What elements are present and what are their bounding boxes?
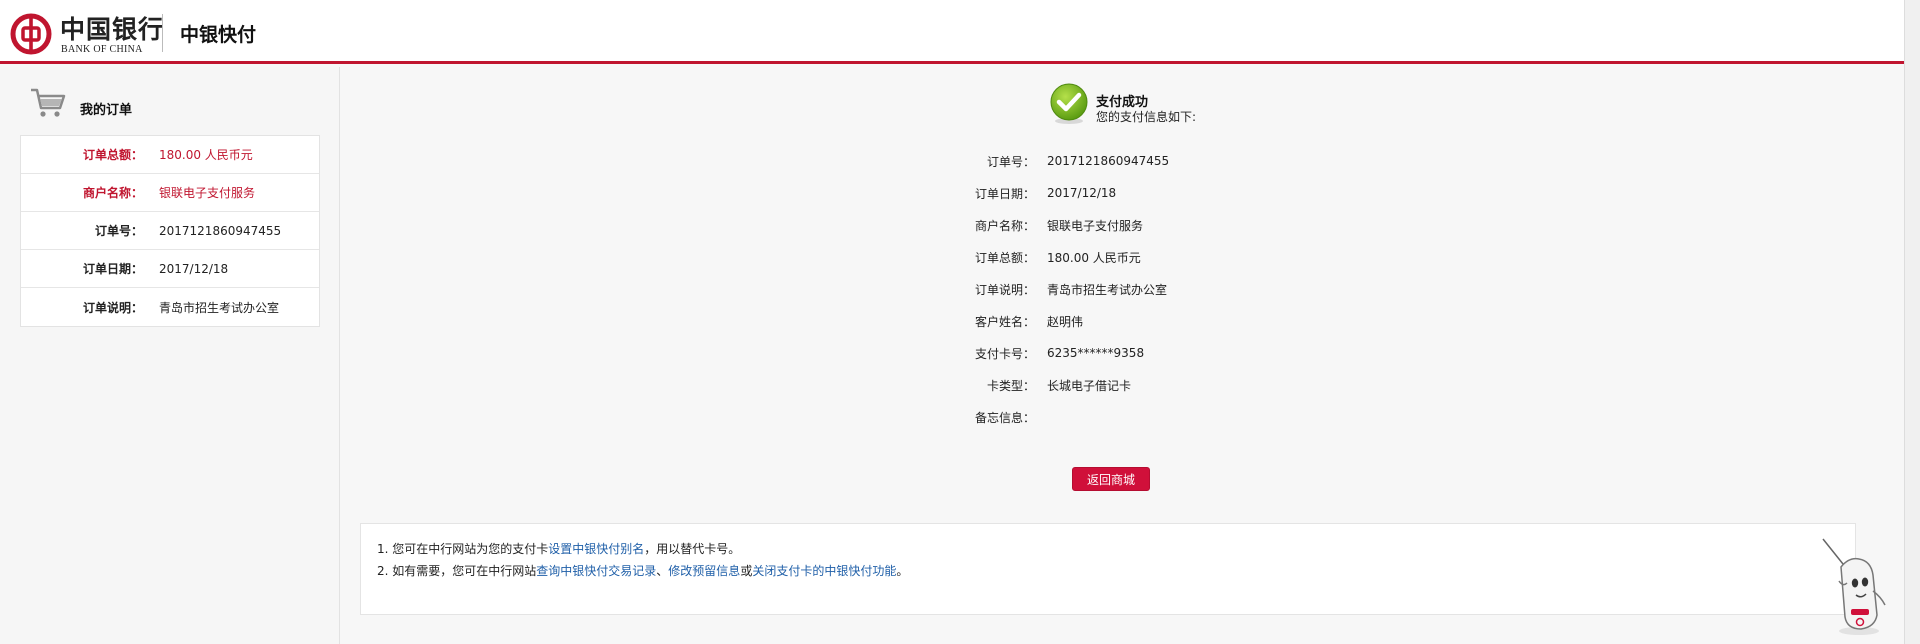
info-label: 客户姓名：: [974, 314, 1035, 329]
info-row: 订单号： 2017121860947455: [941, 145, 1169, 177]
return-to-store-button[interactable]: 返回商城: [1072, 467, 1150, 491]
mascot-icon: [1822, 538, 1886, 635]
info-label: 备忘信息：: [974, 410, 1035, 425]
logo-english-name: BANK OF CHINA: [61, 44, 143, 55]
order-label: 订单日期：: [82, 262, 143, 276]
shopping-cart-icon: [31, 88, 66, 117]
header: 中国银行 BANK OF CHINA 中银快付: [0, 0, 1904, 64]
order-label: 订单号：: [94, 224, 143, 238]
info-row: 客户姓名： 赵明伟: [941, 305, 1169, 337]
payment-success-subtitle: 您的支付信息如下:: [1096, 110, 1197, 124]
info-value: 2017/12/18: [1047, 186, 1117, 200]
order-value: 2017/12/18: [159, 261, 229, 276]
info-row: 订单说明： 青岛市招生考试办公室: [941, 273, 1169, 305]
info-value: 青岛市招生考试办公室: [1047, 282, 1168, 297]
info-value: 银联电子支付服务: [1047, 218, 1144, 233]
logo-divider: [162, 14, 163, 52]
info-label: 支付卡号：: [974, 346, 1035, 361]
info-value: 6235******9358: [1047, 346, 1145, 360]
notice-text: ，用以替代卡号。: [644, 542, 741, 556]
info-label: 订单总额：: [974, 250, 1035, 265]
order-value: 180.00 人民币元: [159, 148, 253, 162]
notice-text: 、: [656, 564, 669, 578]
bank-of-china-logo-icon: [10, 13, 52, 55]
info-value: 2017121860947455: [1047, 154, 1170, 168]
notice-text: 1. 您可在中行网站为您的支付卡: [377, 542, 549, 556]
info-label: 商户名称：: [974, 218, 1035, 233]
order-value: 2017121860947455: [159, 223, 282, 238]
info-label: 订单说明：: [974, 282, 1035, 297]
info-row: 订单总额： 180.00 人民币元: [941, 241, 1169, 273]
info-row: 商户名称： 银联电子支付服务: [941, 209, 1169, 241]
notice-text: 2. 如有需要，您可在中行网站: [377, 564, 537, 578]
order-label: 商户名称：: [82, 186, 143, 200]
order-label: 订单总额：: [82, 148, 143, 162]
order-value: 银联电子支付服务: [159, 186, 256, 200]
payment-info-list: 订单号： 2017121860947455 订单日期： 2017/12/18 商…: [941, 145, 1169, 433]
order-row-date: 订单日期： 2017/12/18: [21, 250, 319, 288]
info-value: 180.00 人民币元: [1047, 250, 1141, 265]
info-label: 订单号：: [986, 154, 1035, 169]
notice-line-1: 1. 您可在中行网站为您的支付卡设置中银快付别名，用以替代卡号。: [377, 540, 740, 557]
modify-info-link[interactable]: 修改预留信息: [668, 564, 740, 578]
order-row-total: 订单总额： 180.00 人民币元: [21, 136, 319, 174]
checkmark-icon: [1050, 83, 1088, 124]
order-summary-table: 订单总额： 180.00 人民币元 商户名称： 银联电子支付服务 订单号： 20…: [20, 135, 320, 327]
order-row-description: 订单说明： 青岛市招生考试办公室: [21, 288, 319, 326]
my-orders-title: 我的订单: [80, 103, 133, 118]
brand-title: 中银快付: [180, 24, 257, 46]
notice-text: 或: [740, 564, 753, 578]
logo-chinese-name: 中国银行: [60, 15, 165, 44]
order-label: 订单说明：: [82, 300, 143, 315]
info-row: 备忘信息：: [941, 401, 1169, 433]
order-row-number: 订单号： 2017121860947455: [21, 212, 319, 250]
disable-quickpay-link[interactable]: 关闭支付卡的中银快付功能: [752, 564, 896, 578]
info-label: 卡类型：: [986, 378, 1035, 393]
info-value: 长城电子借记卡: [1047, 378, 1132, 393]
info-label: 订单日期：: [974, 186, 1035, 201]
info-row: 订单日期： 2017/12/18: [941, 177, 1169, 209]
sidebar: 我的订单 订单总额： 180.00 人民币元 商户名称： 银联电子支付服务 订单…: [0, 67, 340, 644]
query-records-link[interactable]: 查询中银快付交易记录: [536, 564, 656, 578]
notice-text: 。: [896, 564, 909, 578]
info-row: 支付卡号： 6235******9358: [941, 337, 1169, 369]
main-content: 支付成功 您的支付信息如下: 订单号： 2017121860947455 订单日…: [341, 67, 1904, 644]
info-value: 赵明伟: [1047, 314, 1084, 329]
order-row-merchant: 商户名称： 银联电子支付服务: [21, 174, 319, 212]
order-value: 青岛市招生考试办公室: [159, 300, 280, 315]
scrollbar[interactable]: [1904, 0, 1920, 644]
notice-box: 1. 您可在中行网站为您的支付卡设置中银快付别名，用以替代卡号。 2. 如有需要…: [360, 523, 1856, 615]
set-alias-link[interactable]: 设置中银快付别名: [548, 542, 644, 556]
info-row: 卡类型： 长城电子借记卡: [941, 369, 1169, 401]
notice-line-2: 2. 如有需要，您可在中行网站查询中银快付交易记录、修改预留信息或关闭支付卡的中…: [377, 562, 908, 579]
